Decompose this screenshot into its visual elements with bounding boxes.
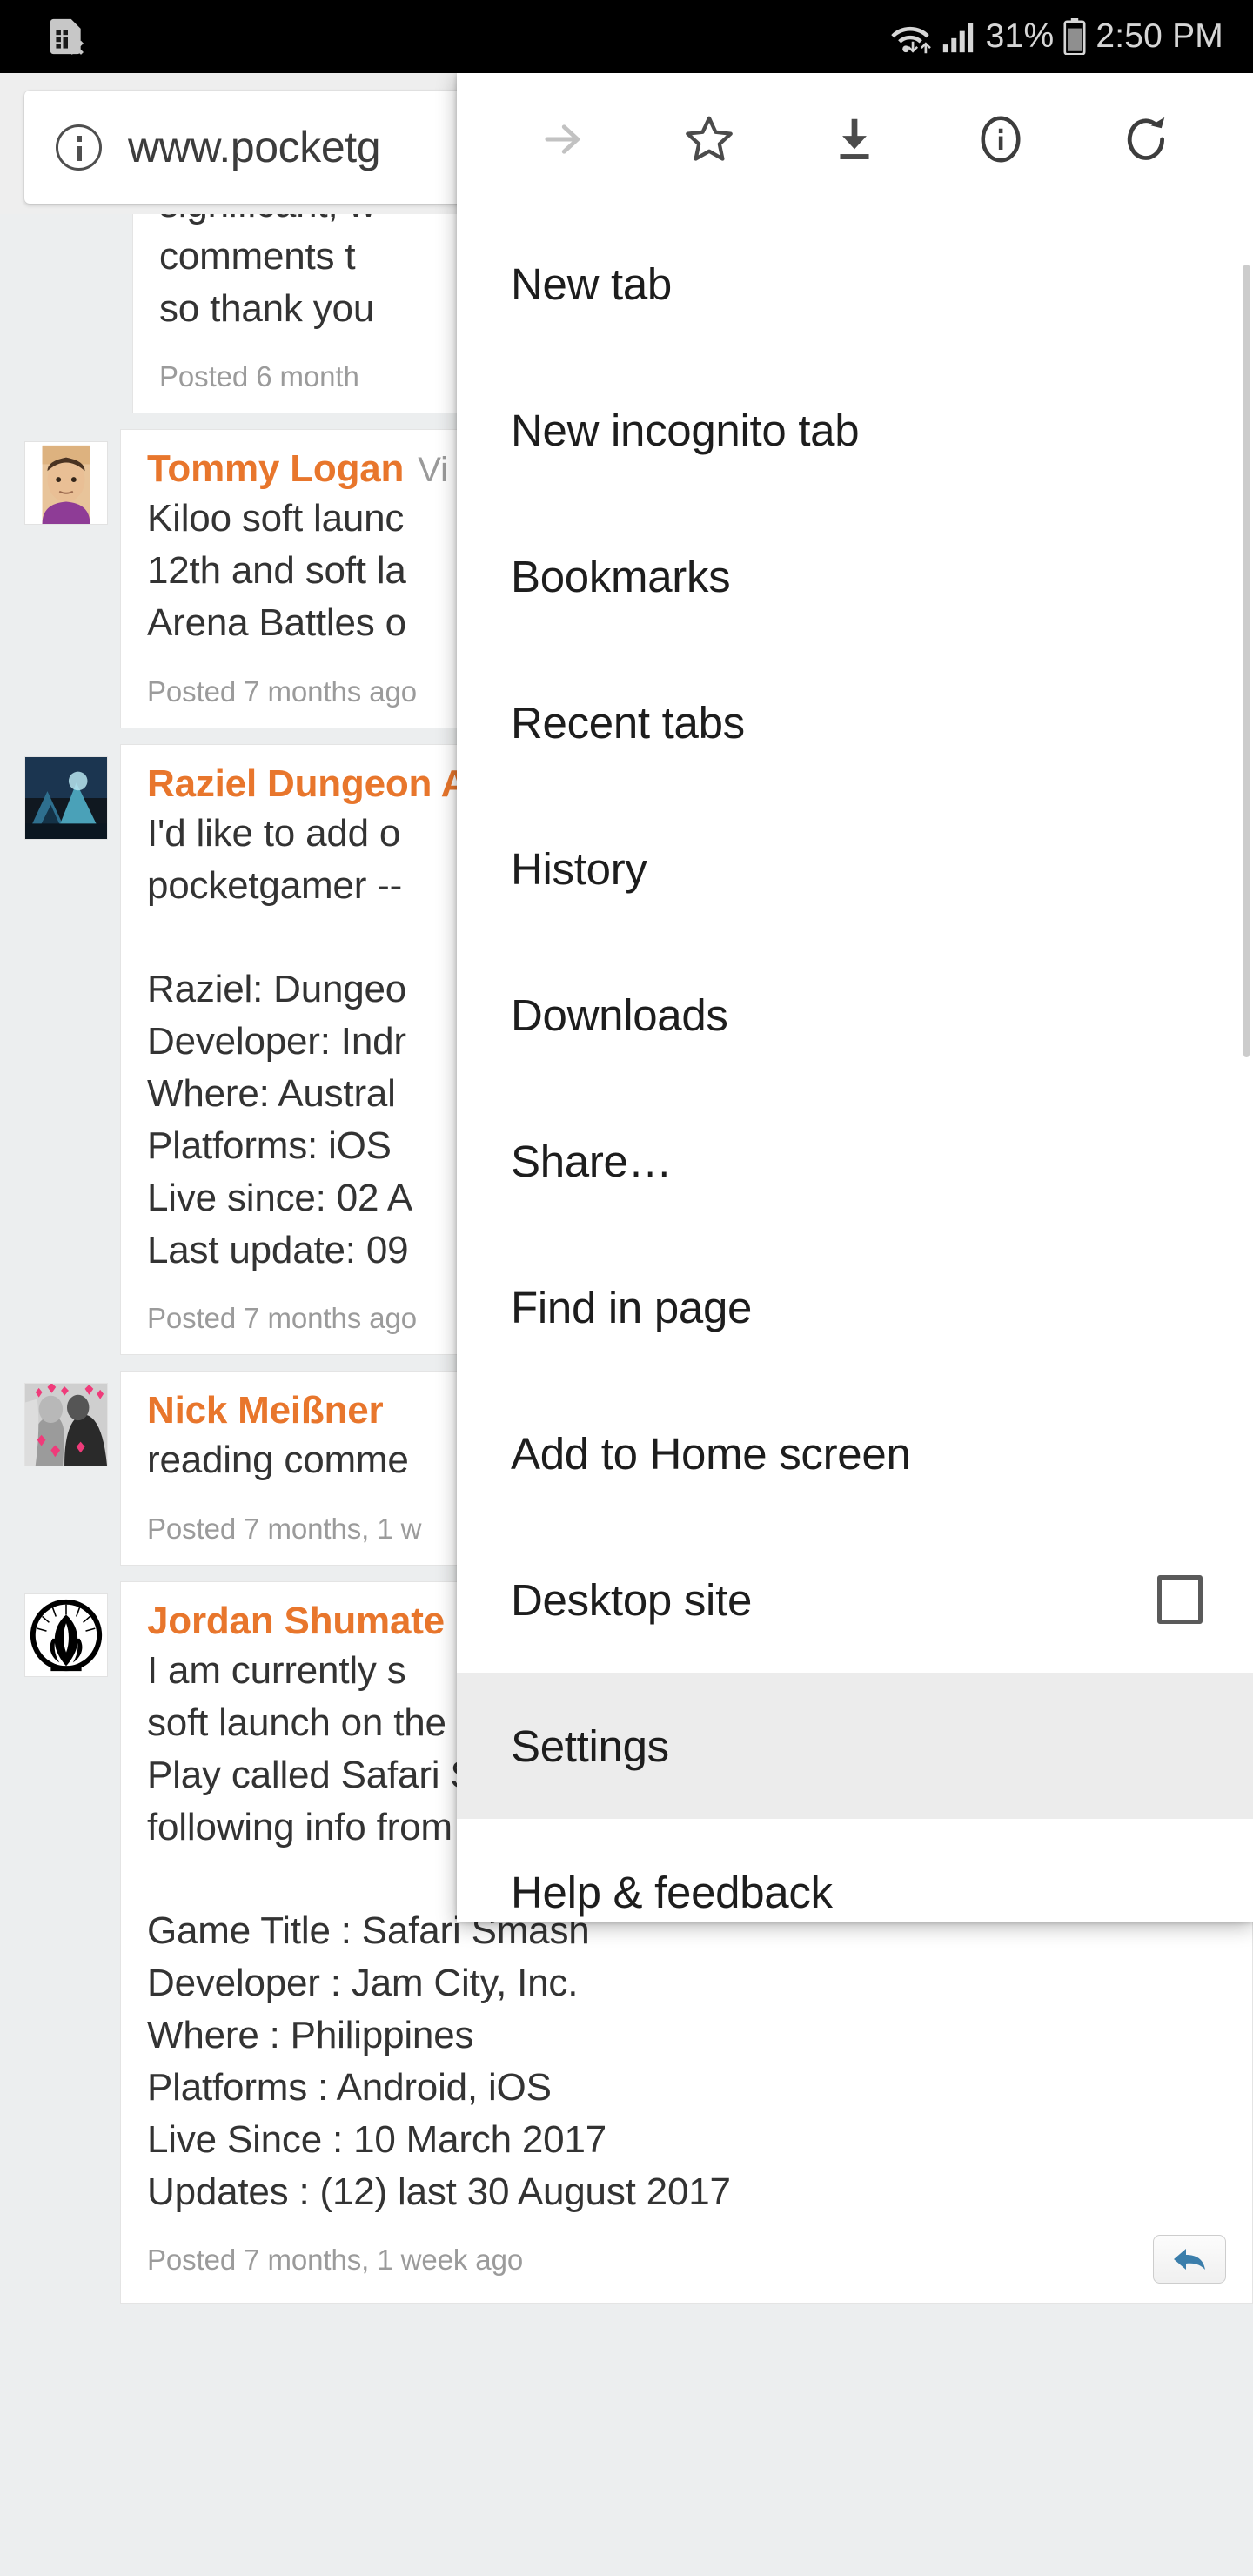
menu-item-add-to-home-screen[interactable]: Add to Home screen bbox=[457, 1380, 1253, 1526]
status-bar-right: 31% 2:50 PM bbox=[888, 17, 1253, 56]
forward-arrow-icon bbox=[545, 124, 580, 154]
menu-item-share[interactable]: Share… bbox=[457, 1088, 1253, 1234]
avatar-image-photo-couple bbox=[25, 1384, 107, 1466]
comment-author[interactable]: Nick Meißner bbox=[147, 1389, 384, 1432]
menu-item-help-and-feedback[interactable]: Help & feedback bbox=[457, 1819, 1253, 1922]
menu-scrollbar[interactable] bbox=[1243, 265, 1250, 1057]
avatar-image-photo-game bbox=[25, 756, 107, 839]
menu-item-label: Downloads bbox=[511, 989, 728, 1040]
menu-item-settings[interactable]: Settings bbox=[457, 1673, 1253, 1819]
avatar-image-photo-man bbox=[25, 442, 107, 525]
menu-item-label: History bbox=[511, 843, 647, 894]
browser-overflow-menu[interactable]: New tab New incognito tab Bookmarks Rece… bbox=[457, 73, 1253, 1922]
menu-item-label: Help & feedback bbox=[511, 1867, 833, 1917]
menu-item-label: New tab bbox=[511, 258, 672, 309]
cellular-signal-icon bbox=[942, 23, 973, 53]
menu-item-history[interactable]: History bbox=[457, 795, 1253, 942]
avatar-image-rebel-logo bbox=[25, 1594, 107, 1677]
info-circle-icon bbox=[981, 116, 1021, 163]
avatar bbox=[24, 755, 108, 840]
menu-item-label: Add to Home screen bbox=[511, 1428, 911, 1479]
desktop-site-checkbox[interactable] bbox=[1157, 1575, 1203, 1624]
menu-item-label: Settings bbox=[511, 1721, 669, 1771]
menu-header-icon-row bbox=[457, 73, 1253, 205]
star-icon bbox=[685, 116, 733, 161]
comment-author-suffix: Vi bbox=[418, 451, 449, 490]
menu-item-new-tab[interactable]: New tab bbox=[457, 211, 1253, 357]
info-icon[interactable] bbox=[56, 124, 102, 171]
avatar bbox=[24, 1593, 108, 1678]
menu-item-label: Recent tabs bbox=[511, 697, 745, 748]
wifi-icon bbox=[890, 26, 931, 54]
screen: significant, w comments t so thank you P… bbox=[0, 0, 1253, 2576]
status-bar: 31% 2:50 PM bbox=[0, 0, 1253, 73]
battery-icon bbox=[1063, 18, 1086, 55]
menu-item-label: Bookmarks bbox=[511, 551, 731, 601]
menu-item-recent-tabs[interactable]: Recent tabs bbox=[457, 649, 1253, 795]
menu-item-find-in-page[interactable]: Find in page bbox=[457, 1234, 1253, 1380]
menu-item-label: Find in page bbox=[511, 1282, 753, 1332]
reload-button[interactable] bbox=[1074, 73, 1220, 205]
status-bar-left bbox=[0, 15, 87, 58]
menu-item-desktop-site[interactable]: Desktop site bbox=[457, 1526, 1253, 1673]
reload-icon bbox=[1127, 117, 1165, 160]
comment-author[interactable]: Tommy Logan bbox=[147, 447, 404, 490]
bookmark-button[interactable] bbox=[636, 73, 782, 205]
menu-item-label: Share… bbox=[511, 1136, 673, 1186]
menu-item-list[interactable]: New tab New incognito tab Bookmarks Rece… bbox=[457, 205, 1253, 1922]
sim-card-missing-icon bbox=[50, 18, 84, 55]
download-page-button[interactable] bbox=[782, 73, 928, 205]
page-info-button[interactable] bbox=[928, 73, 1074, 205]
comment-author[interactable]: Raziel Dungeon A bbox=[147, 762, 468, 805]
menu-item-label: New incognito tab bbox=[511, 405, 860, 455]
avatar bbox=[24, 1383, 108, 1467]
comment-author[interactable]: Jordan Shumate bbox=[147, 1600, 445, 1642]
url-text: www.pocketg bbox=[128, 123, 381, 171]
reply-button[interactable] bbox=[1153, 2235, 1226, 2284]
download-icon bbox=[840, 118, 870, 159]
battery-percent-label: 31% bbox=[985, 17, 1055, 55]
menu-item-new-incognito-tab[interactable]: New incognito tab bbox=[457, 357, 1253, 503]
menu-item-downloads[interactable]: Downloads bbox=[457, 942, 1253, 1088]
menu-item-label: Desktop site bbox=[511, 1574, 753, 1625]
reply-arrow-icon bbox=[1174, 2249, 1205, 2271]
menu-item-bookmarks[interactable]: Bookmarks bbox=[457, 503, 1253, 649]
avatar bbox=[24, 441, 108, 526]
clock-label: 2:50 PM bbox=[1096, 17, 1223, 55]
forward-button bbox=[490, 73, 636, 205]
